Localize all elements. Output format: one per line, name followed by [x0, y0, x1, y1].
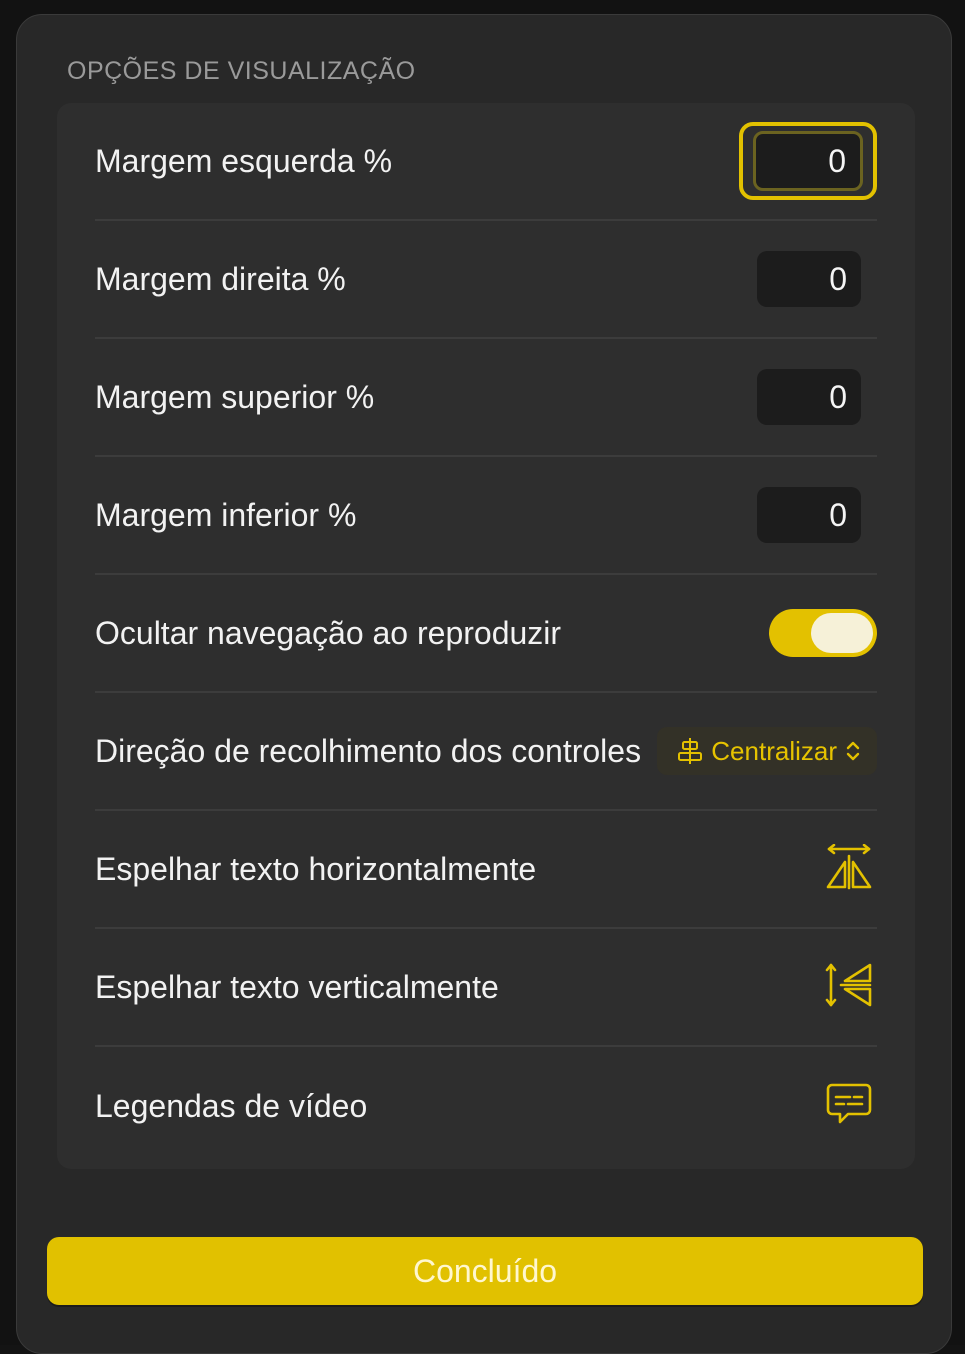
- row-mirror-vertical: Espelhar texto verticalmente: [95, 929, 877, 1047]
- row-video-captions: Legendas de vídeo: [95, 1047, 877, 1165]
- collapse-direction-label: Direção de recolhimento dos controles: [95, 732, 642, 769]
- mirror-horizontal-icon: [825, 843, 873, 895]
- row-margin-top: Margem superior % 0: [95, 339, 877, 457]
- section-title: OPÇÕES DE VISUALIZAÇÃO: [67, 57, 416, 85]
- row-margin-left: Margem esquerda % 0: [95, 103, 877, 221]
- options-group: Margem esquerda % 0 Margem direita % 0 M…: [57, 103, 915, 1169]
- display-options-sheet: OPÇÕES DE VISUALIZAÇÃO Margem esquerda %…: [16, 14, 952, 1354]
- margin-bottom-label: Margem inferior %: [95, 496, 357, 533]
- align-center-icon: [677, 737, 703, 765]
- collapse-direction-value: Centralizar: [711, 735, 837, 766]
- margin-left-label: Margem esquerda %: [95, 142, 393, 179]
- margin-left-input[interactable]: 0: [753, 131, 863, 191]
- margin-left-focus-ring: 0: [739, 122, 877, 200]
- mirror-vertical-button[interactable]: [823, 961, 875, 1013]
- mirror-horizontal-button[interactable]: [823, 843, 875, 895]
- margin-top-input[interactable]: 0: [757, 369, 861, 425]
- collapse-direction-popup[interactable]: Centralizar: [657, 727, 877, 775]
- row-hide-navigation: Ocultar navegação ao reproduzir: [95, 575, 877, 693]
- mirror-vertical-label: Espelhar texto verticalmente: [95, 968, 499, 1005]
- margin-right-label: Margem direita %: [95, 260, 346, 297]
- row-margin-right: Margem direita % 0: [95, 221, 877, 339]
- chevron-updown-icon: [845, 739, 861, 763]
- mirror-horizontal-label: Espelhar texto horizontalmente: [95, 850, 537, 887]
- margin-right-input[interactable]: 0: [757, 251, 861, 307]
- mirror-vertical-icon: [825, 962, 873, 1013]
- captions-icon: [826, 1082, 872, 1131]
- row-mirror-horizontal: Espelhar texto horizontalmente: [95, 811, 877, 929]
- hide-navigation-label: Ocultar navegação ao reproduzir: [95, 614, 562, 651]
- margin-bottom-input[interactable]: 0: [757, 487, 861, 543]
- video-captions-label: Legendas de vídeo: [95, 1087, 368, 1124]
- margin-top-label: Margem superior %: [95, 378, 375, 415]
- hide-navigation-toggle[interactable]: [769, 609, 877, 657]
- row-collapse-direction: Direção de recolhimento dos controles Ce…: [95, 693, 877, 811]
- done-button[interactable]: Concluído: [47, 1237, 923, 1305]
- row-margin-bottom: Margem inferior % 0: [95, 457, 877, 575]
- toggle-knob: [811, 613, 873, 653]
- video-captions-button[interactable]: [823, 1080, 875, 1132]
